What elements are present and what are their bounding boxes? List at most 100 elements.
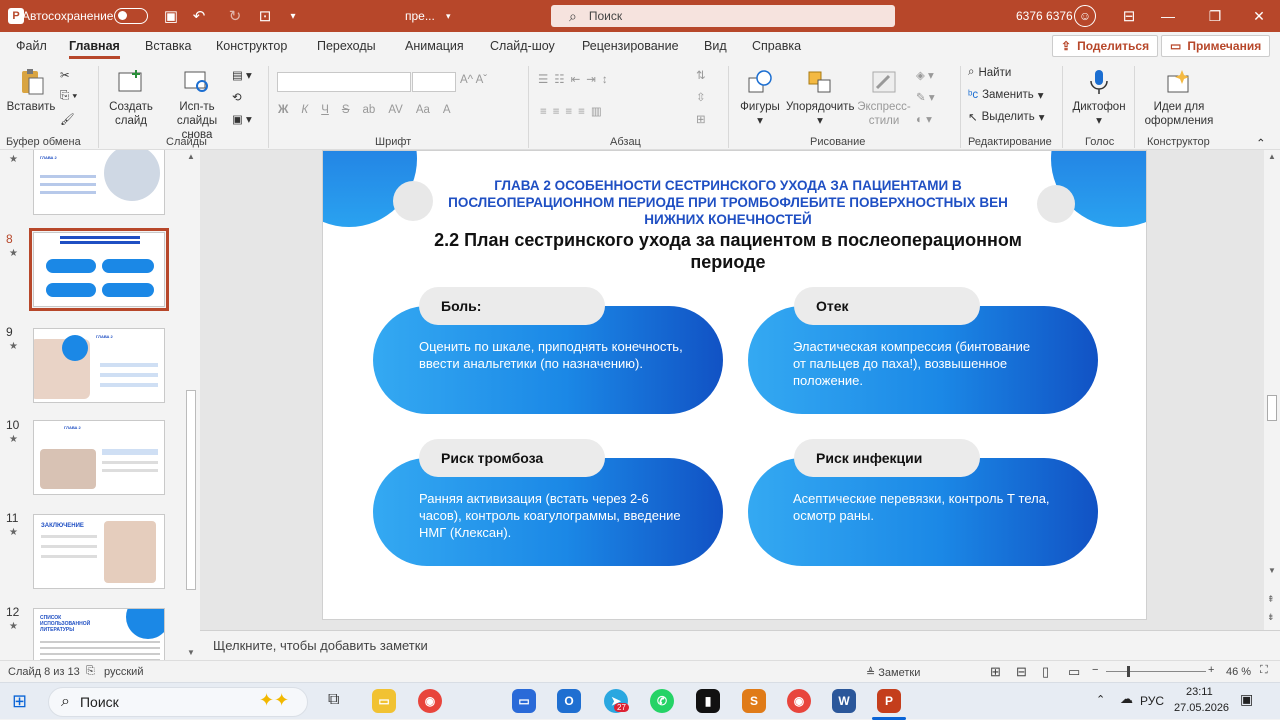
tray-chevron-icon[interactable]: ⌃ [1096, 693, 1105, 706]
underline-button[interactable]: Ч [321, 104, 329, 116]
section-icon[interactable]: ▣ ▾ [232, 112, 252, 126]
shape-outline-icon[interactable]: ✎ ▾ [916, 90, 935, 104]
reading-view-icon[interactable]: ▯ [1042, 664, 1049, 680]
taskbar-search[interactable]: ⌕ Поиск ✦✦ [48, 687, 308, 717]
save-icon[interactable]: ▣ [160, 0, 182, 32]
char-spacing-button[interactable]: AV [388, 104, 403, 116]
find-button[interactable]: ⌕ Найти [968, 66, 1011, 79]
tab-insert[interactable]: Вставка [145, 39, 191, 53]
clock-time[interactable]: 23:11 [1186, 686, 1213, 698]
whatsapp-icon[interactable]: ✆ [650, 689, 674, 713]
notes-pane[interactable]: Щелкните, чтобы добавить заметки [200, 630, 1280, 660]
normal-view-icon[interactable]: ⊞ [990, 664, 1001, 680]
layout-icon[interactable]: ▤ ▾ [232, 68, 252, 82]
slide-thumbnail[interactable]: ГЛАВА 2 [33, 420, 165, 495]
copy-icon[interactable]: ⎘ ▾ [60, 90, 77, 103]
language-status[interactable]: русский [104, 666, 143, 678]
spellcheck-icon[interactable]: ⎘ [86, 665, 95, 678]
shapes-button[interactable]: Фигуры ▾ [736, 68, 784, 128]
select-button[interactable]: ↖ Выделить ▾ [968, 110, 1044, 124]
zoom-app-icon[interactable]: ▭ [512, 689, 536, 713]
close-button[interactable]: ✕ [1236, 0, 1280, 32]
font-grow-icon[interactable]: A^ Aˇ [460, 74, 487, 86]
slide-canvas[interactable]: ГЛАВА 2 ОСОБЕННОСТИ СЕСТРИНСКОГО УХОДА З… [322, 150, 1147, 620]
slide-thumbnail-selected[interactable] [29, 228, 169, 311]
tab-slideshow[interactable]: Слайд-шоу [490, 39, 555, 53]
slide-sorter-icon[interactable]: ⊟ [1016, 664, 1027, 680]
shadow-button[interactable]: ab [363, 104, 376, 116]
ribbon-display-icon[interactable]: ⊟ [1118, 0, 1140, 32]
undo-icon[interactable]: ↶ [188, 0, 210, 32]
zoom-level[interactable]: 46 % [1226, 666, 1251, 678]
reuse-slides-button[interactable]: Исп-ть слайды снова [164, 68, 230, 142]
share-button[interactable]: ⇪ Поделиться [1052, 35, 1159, 57]
align-buttons[interactable]: ≡≡≡≡▥ [540, 104, 608, 118]
font-family-select[interactable] [277, 72, 411, 92]
arrange-button[interactable]: Упорядочить ▾ [786, 68, 854, 128]
redo-icon[interactable]: ↻ [224, 0, 246, 32]
format-painter-icon[interactable]: 🖌 [60, 112, 75, 126]
cut-icon[interactable]: ✂ [60, 68, 70, 82]
tab-transitions[interactable]: Переходы [317, 39, 376, 53]
shape-fill-icon[interactable]: ◈ ▾ [916, 68, 934, 82]
strikethrough-button[interactable]: S [342, 104, 350, 116]
maximize-button[interactable]: ❐ [1192, 0, 1238, 32]
slide-thumbnail[interactable]: ЗАКЛЮЧЕНИЕ [33, 514, 165, 589]
avatar[interactable]: ☺ [1074, 0, 1096, 32]
sublime-icon[interactable]: S [742, 689, 766, 713]
list-buttons[interactable]: ☰☷⇤⇥↕ [538, 72, 614, 86]
filename-chevron-icon[interactable]: ▾ [446, 0, 451, 32]
slide-scrollbar[interactable]: ▲ ▼ ⇞ ⇟ [1264, 150, 1280, 630]
autosave-toggle[interactable] [106, 0, 148, 32]
italic-button[interactable]: К [301, 104, 308, 116]
zoom-in-icon[interactable]: + [1208, 664, 1214, 676]
reset-icon[interactable]: ⟲ [232, 90, 242, 104]
collapse-ribbon-icon[interactable]: ⌃ [1256, 136, 1266, 150]
language-indicator[interactable]: РУС [1140, 694, 1164, 708]
change-case-button[interactable]: Aa [416, 104, 430, 116]
qat-more-icon[interactable]: ▾ [282, 0, 304, 32]
chrome-icon[interactable]: ◉ [418, 689, 442, 713]
tab-animations[interactable]: Анимация [405, 39, 464, 53]
smartart-icon[interactable]: ⊞ [696, 112, 706, 126]
slide-thumbnail[interactable]: СПИСОК ИСПОЛЬЗОВАННОЙ ЛИТЕРАТУРЫ [33, 608, 165, 660]
comments-button[interactable]: ▭ Примечания [1161, 35, 1271, 57]
shape-effects-icon[interactable]: ◐ ▾ [916, 112, 932, 126]
tab-design[interactable]: Конструктор [216, 39, 287, 53]
font-size-select[interactable] [412, 72, 456, 92]
chrome-icon-2[interactable]: ◉ [787, 689, 811, 713]
minimize-button[interactable]: — [1145, 0, 1191, 32]
tab-review[interactable]: Рецензирование [582, 39, 679, 53]
fit-slide-icon[interactable]: ⛶ [1260, 664, 1268, 677]
notion-icon[interactable]: ▮ [696, 689, 720, 713]
tab-home[interactable]: Главная [69, 39, 120, 59]
slideshow-start-icon[interactable]: ⊡ [254, 0, 276, 32]
outlook-icon[interactable]: O [557, 689, 581, 713]
text-direction-icon[interactable]: ⇅ [696, 68, 706, 82]
windows-start-icon[interactable]: ⊞ [12, 691, 27, 712]
replace-button[interactable]: ᵇc Заменить ▾ [968, 88, 1044, 102]
notes-toggle[interactable]: ≜ Заметки [866, 666, 920, 679]
designer-button[interactable]: Идеи для оформления [1140, 68, 1218, 128]
new-slide-button[interactable]: Создать слайд [104, 68, 158, 128]
zoom-slider[interactable] [1106, 671, 1206, 672]
zoom-out-icon[interactable]: − [1092, 664, 1098, 676]
network-icon[interactable]: ☁ [1120, 691, 1133, 707]
quick-styles-button[interactable]: Экспресс-стили [856, 68, 912, 128]
align-text-icon[interactable]: ⇳ [696, 90, 706, 104]
zoom-slider-handle[interactable] [1127, 666, 1130, 677]
word-icon[interactable]: W [832, 689, 856, 713]
file-name[interactable]: пре... [405, 0, 435, 32]
task-view-icon[interactable]: ⧉ [328, 691, 339, 709]
notifications-icon[interactable]: ▣ [1240, 691, 1253, 708]
slide-thumbnail[interactable]: ГЛАВА 2 [33, 150, 165, 215]
bold-button[interactable]: Ж [278, 104, 288, 116]
thumbnails-scrollbar[interactable]: ▲ ▼ [184, 150, 198, 660]
tab-view[interactable]: Вид [704, 39, 727, 53]
slideshow-view-icon[interactable]: ▭ [1068, 664, 1080, 680]
tab-file[interactable]: Файл [16, 39, 47, 53]
search-input[interactable]: ⌕ Поиск [551, 5, 895, 27]
file-explorer-icon[interactable]: ▭ [372, 689, 396, 713]
powerpoint-icon[interactable]: P [877, 689, 901, 713]
dictation-button[interactable]: Диктофон ▾ [1070, 68, 1128, 128]
